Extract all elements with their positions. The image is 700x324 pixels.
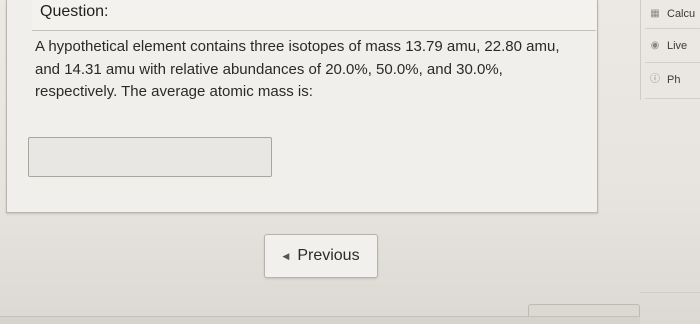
question-card — [6, 0, 598, 213]
bottom-strip — [0, 316, 640, 324]
previous-label: Previous — [297, 247, 360, 264]
calculator-icon: ▦ — [650, 8, 660, 19]
caret-left-icon: ◀ — [282, 250, 290, 261]
page: Question: A hypothetical element contain… — [0, 0, 700, 324]
question-header — [32, 0, 596, 31]
tool-divider — [645, 28, 700, 29]
tool-ph[interactable]: ⓘ Ph — [649, 74, 680, 86]
chat-icon: ◉ — [650, 40, 660, 51]
tool-live-label: Live — [667, 40, 688, 52]
tool-divider — [645, 98, 700, 99]
divider — [640, 292, 700, 293]
tool-calculator-label: Calcu — [667, 8, 696, 20]
previous-button[interactable]: ◀ Previous — [264, 234, 378, 278]
tool-calculator[interactable]: ▦ Calcu — [649, 8, 695, 20]
info-icon: ⓘ — [650, 74, 660, 85]
question-text: A hypothetical element contains three is… — [35, 38, 560, 100]
side-tools-panel: ▦ Calcu ◉ Live ⓘ Ph — [640, 0, 700, 100]
question-heading: Question: — [40, 3, 109, 20]
tool-ph-label: Ph — [667, 74, 681, 86]
answer-input[interactable] — [28, 137, 272, 177]
tool-live[interactable]: ◉ Live — [649, 40, 688, 52]
tool-divider — [645, 62, 700, 63]
